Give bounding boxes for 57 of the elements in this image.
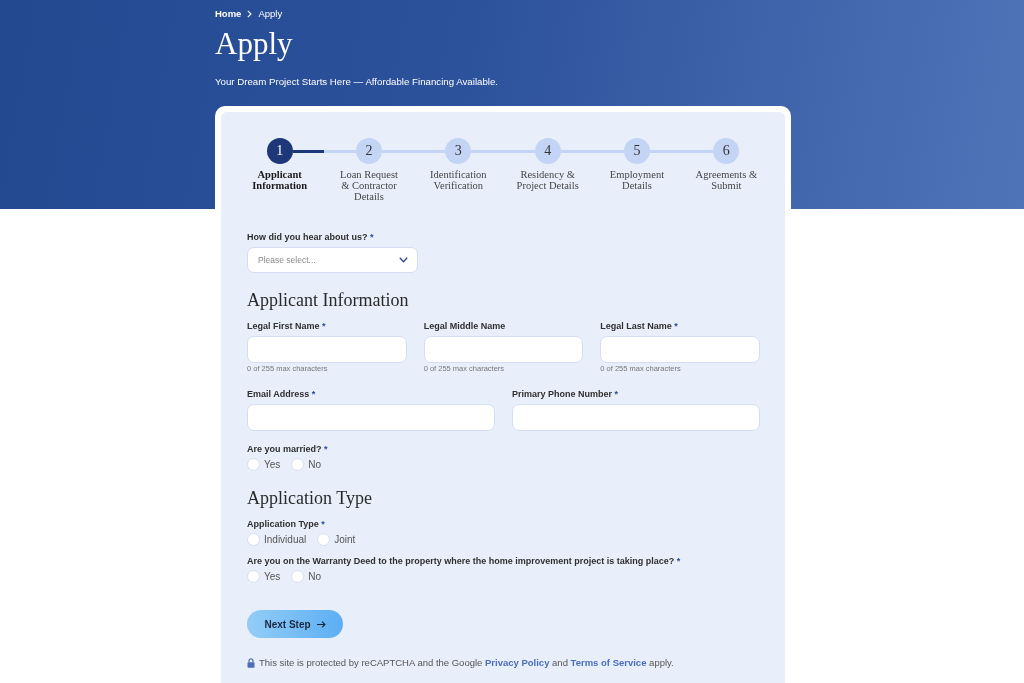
step-number: 2 — [356, 138, 382, 164]
radio-button[interactable] — [317, 533, 331, 546]
page-title: Apply — [215, 26, 294, 62]
step-connector — [650, 149, 714, 153]
step-number: 5 — [624, 138, 650, 164]
step-label: Identification Verification — [430, 169, 487, 191]
text-link[interactable]: Terms of Service — [570, 657, 647, 668]
recaptcha-notice: This site is protected by reCAPTCHA and the Google Privacy Policy and Terms of Service apply. — [259, 656, 674, 670]
field-label: Are you on the Warranty Deed to the property where the home improvement project is taking place? * — [247, 555, 682, 567]
step-label: Loan Request & Contractor Details — [339, 169, 398, 202]
step-number: 3 — [445, 138, 472, 164]
chevron-down-icon — [399, 257, 408, 263]
field-label: Email Address * — [247, 388, 317, 400]
radio-label: No — [308, 458, 322, 471]
step-connector — [560, 149, 624, 153]
radio-label: Joint — [334, 533, 356, 546]
field-label: Application Type * — [247, 518, 326, 530]
chevron-right-icon — [247, 10, 253, 18]
field-label: Legal Last Name * — [600, 320, 679, 332]
arrow-right-icon — [316, 620, 326, 628]
radio-label: Individual — [264, 533, 307, 546]
breadcrumb-current: Apply — [258, 7, 283, 21]
section-heading: Applicant Information — [247, 289, 410, 311]
radio-label: No — [308, 570, 322, 583]
field-label: Legal Middle Name — [423, 320, 507, 332]
step-number: 1 — [266, 138, 293, 164]
step-connector — [382, 149, 446, 153]
text-input[interactable] — [423, 336, 584, 363]
radio-button[interactable] — [247, 570, 260, 583]
text-link[interactable]: Privacy Policy — [485, 657, 550, 668]
step-number: 4 — [534, 138, 561, 164]
next-step-button[interactable]: Next Step — [247, 610, 343, 638]
field-label: Legal First Name * — [247, 320, 327, 332]
step-label: Employment Details — [609, 169, 665, 191]
field-label: Primary Phone Number * — [512, 388, 620, 400]
radio-button[interactable] — [291, 458, 305, 471]
step-label: Residency & Project Details — [516, 169, 579, 191]
lock-icon — [247, 658, 255, 668]
radio-label: Yes — [264, 570, 281, 583]
step-number: 6 — [713, 138, 740, 164]
step-label: Applicant Information — [252, 169, 308, 191]
radio-button[interactable] — [247, 533, 260, 546]
step-connector — [471, 149, 535, 153]
field-label: Are you married? * — [247, 443, 329, 455]
breadcrumb-link[interactable]: Home — [215, 7, 242, 21]
select-field[interactable]: Please select... — [247, 247, 418, 273]
radio-button[interactable] — [247, 458, 260, 471]
step-label: Agreements & Submit — [695, 169, 758, 191]
radio-button[interactable] — [291, 570, 305, 583]
text-input[interactable] — [247, 336, 407, 363]
section-heading: Application Type — [247, 487, 373, 509]
field-label: How did you hear about us? * — [247, 231, 375, 243]
page-subtitle: Your Dream Project Starts Here — Affordable Financing Available. — [215, 76, 500, 88]
text-input[interactable] — [512, 404, 760, 431]
text-input[interactable] — [247, 404, 495, 431]
radio-label: Yes — [264, 458, 281, 471]
text-input[interactable] — [600, 336, 760, 363]
